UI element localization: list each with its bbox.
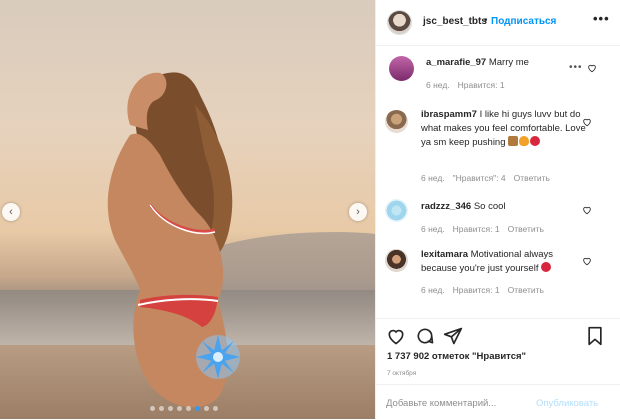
carousel-dot — [204, 406, 209, 411]
reply-button[interactable]: Ответить — [508, 224, 544, 234]
post-date[interactable]: 7 октября — [387, 370, 416, 377]
comment-text: So cool — [473, 201, 506, 212]
red-heart-emoji-icon — [541, 262, 552, 272]
comment-likes[interactable]: Нравится: 1 — [458, 80, 505, 90]
carousel-dot — [177, 406, 182, 411]
commenter-avatar[interactable] — [385, 110, 408, 133]
like-comment-icon[interactable] — [587, 63, 597, 73]
comment-options-icon[interactable]: ••• — [569, 62, 583, 73]
comment-time: 6 нед. — [421, 285, 445, 295]
carousel-dot — [213, 406, 218, 411]
carousel-dot — [195, 406, 200, 411]
likes-count[interactable]: 1 737 902 отметок "Нравится" — [387, 351, 526, 362]
commenter-username[interactable]: radzzz_346 — [421, 201, 471, 212]
carousel-dot — [150, 406, 155, 411]
like-comment-icon[interactable] — [582, 256, 592, 266]
author-avatar[interactable] — [388, 11, 411, 34]
comment-likes[interactable]: "Нравится": 4 — [453, 173, 506, 183]
comment-input[interactable]: Добавьте комментарий... — [386, 398, 496, 409]
reply-button[interactable]: Ответить — [514, 173, 550, 183]
red-heart-emoji-icon — [530, 136, 541, 146]
commenter-avatar[interactable] — [385, 199, 408, 222]
comment-time: 6 нед. — [426, 80, 450, 90]
prev-photo-button[interactable]: ‹ — [2, 203, 20, 221]
follow-button[interactable]: Подписаться — [491, 16, 556, 27]
commenter-username[interactable]: a_marafie_97 — [426, 57, 486, 68]
header-separator: • — [484, 15, 488, 26]
muscle-emoji-icon — [508, 136, 519, 146]
more-options-icon[interactable]: ••• — [593, 11, 610, 26]
post-photo[interactable]: ‹ › — [0, 0, 375, 419]
comment-icon[interactable] — [415, 326, 435, 346]
comment-likes[interactable]: Нравится: 1 — [453, 285, 500, 295]
reply-button[interactable]: Ответить — [508, 285, 544, 295]
commenter-avatar[interactable] — [389, 56, 414, 81]
carousel-dot — [168, 406, 173, 411]
like-comment-icon[interactable] — [582, 117, 592, 127]
publish-button[interactable]: Опубликовать — [536, 398, 598, 409]
next-photo-button[interactable]: › — [349, 203, 367, 221]
commenter-username[interactable]: ibraspamm7 — [421, 109, 477, 120]
post-header: jsc_best_tbts • Подписаться ••• — [376, 0, 620, 46]
commenter-username[interactable]: lexitamara — [421, 249, 468, 260]
bookmark-icon[interactable] — [586, 326, 604, 346]
post-actions — [376, 318, 620, 346]
fire-emoji-icon — [519, 136, 530, 146]
comment-text: Marry me — [488, 57, 529, 68]
carousel-dots — [150, 406, 218, 411]
commenter-avatar[interactable] — [385, 249, 408, 272]
comment-time: 6 нед. — [421, 173, 445, 183]
carousel-dot — [186, 406, 191, 411]
comment-time: 6 нед. — [421, 224, 445, 234]
author-username[interactable]: jsc_best_tbts — [423, 16, 487, 27]
share-icon[interactable] — [443, 326, 463, 346]
like-comment-icon[interactable] — [582, 205, 592, 215]
add-comment-bar: Добавьте комментарий... Опубликовать — [376, 384, 620, 420]
post-sidebar: jsc_best_tbts • Подписаться ••• a_marafi… — [375, 0, 620, 419]
comment-likes[interactable]: Нравится: 1 — [453, 224, 500, 234]
like-icon[interactable] — [386, 326, 406, 346]
carousel-dot — [159, 406, 164, 411]
photo-figure — [107, 72, 240, 408]
